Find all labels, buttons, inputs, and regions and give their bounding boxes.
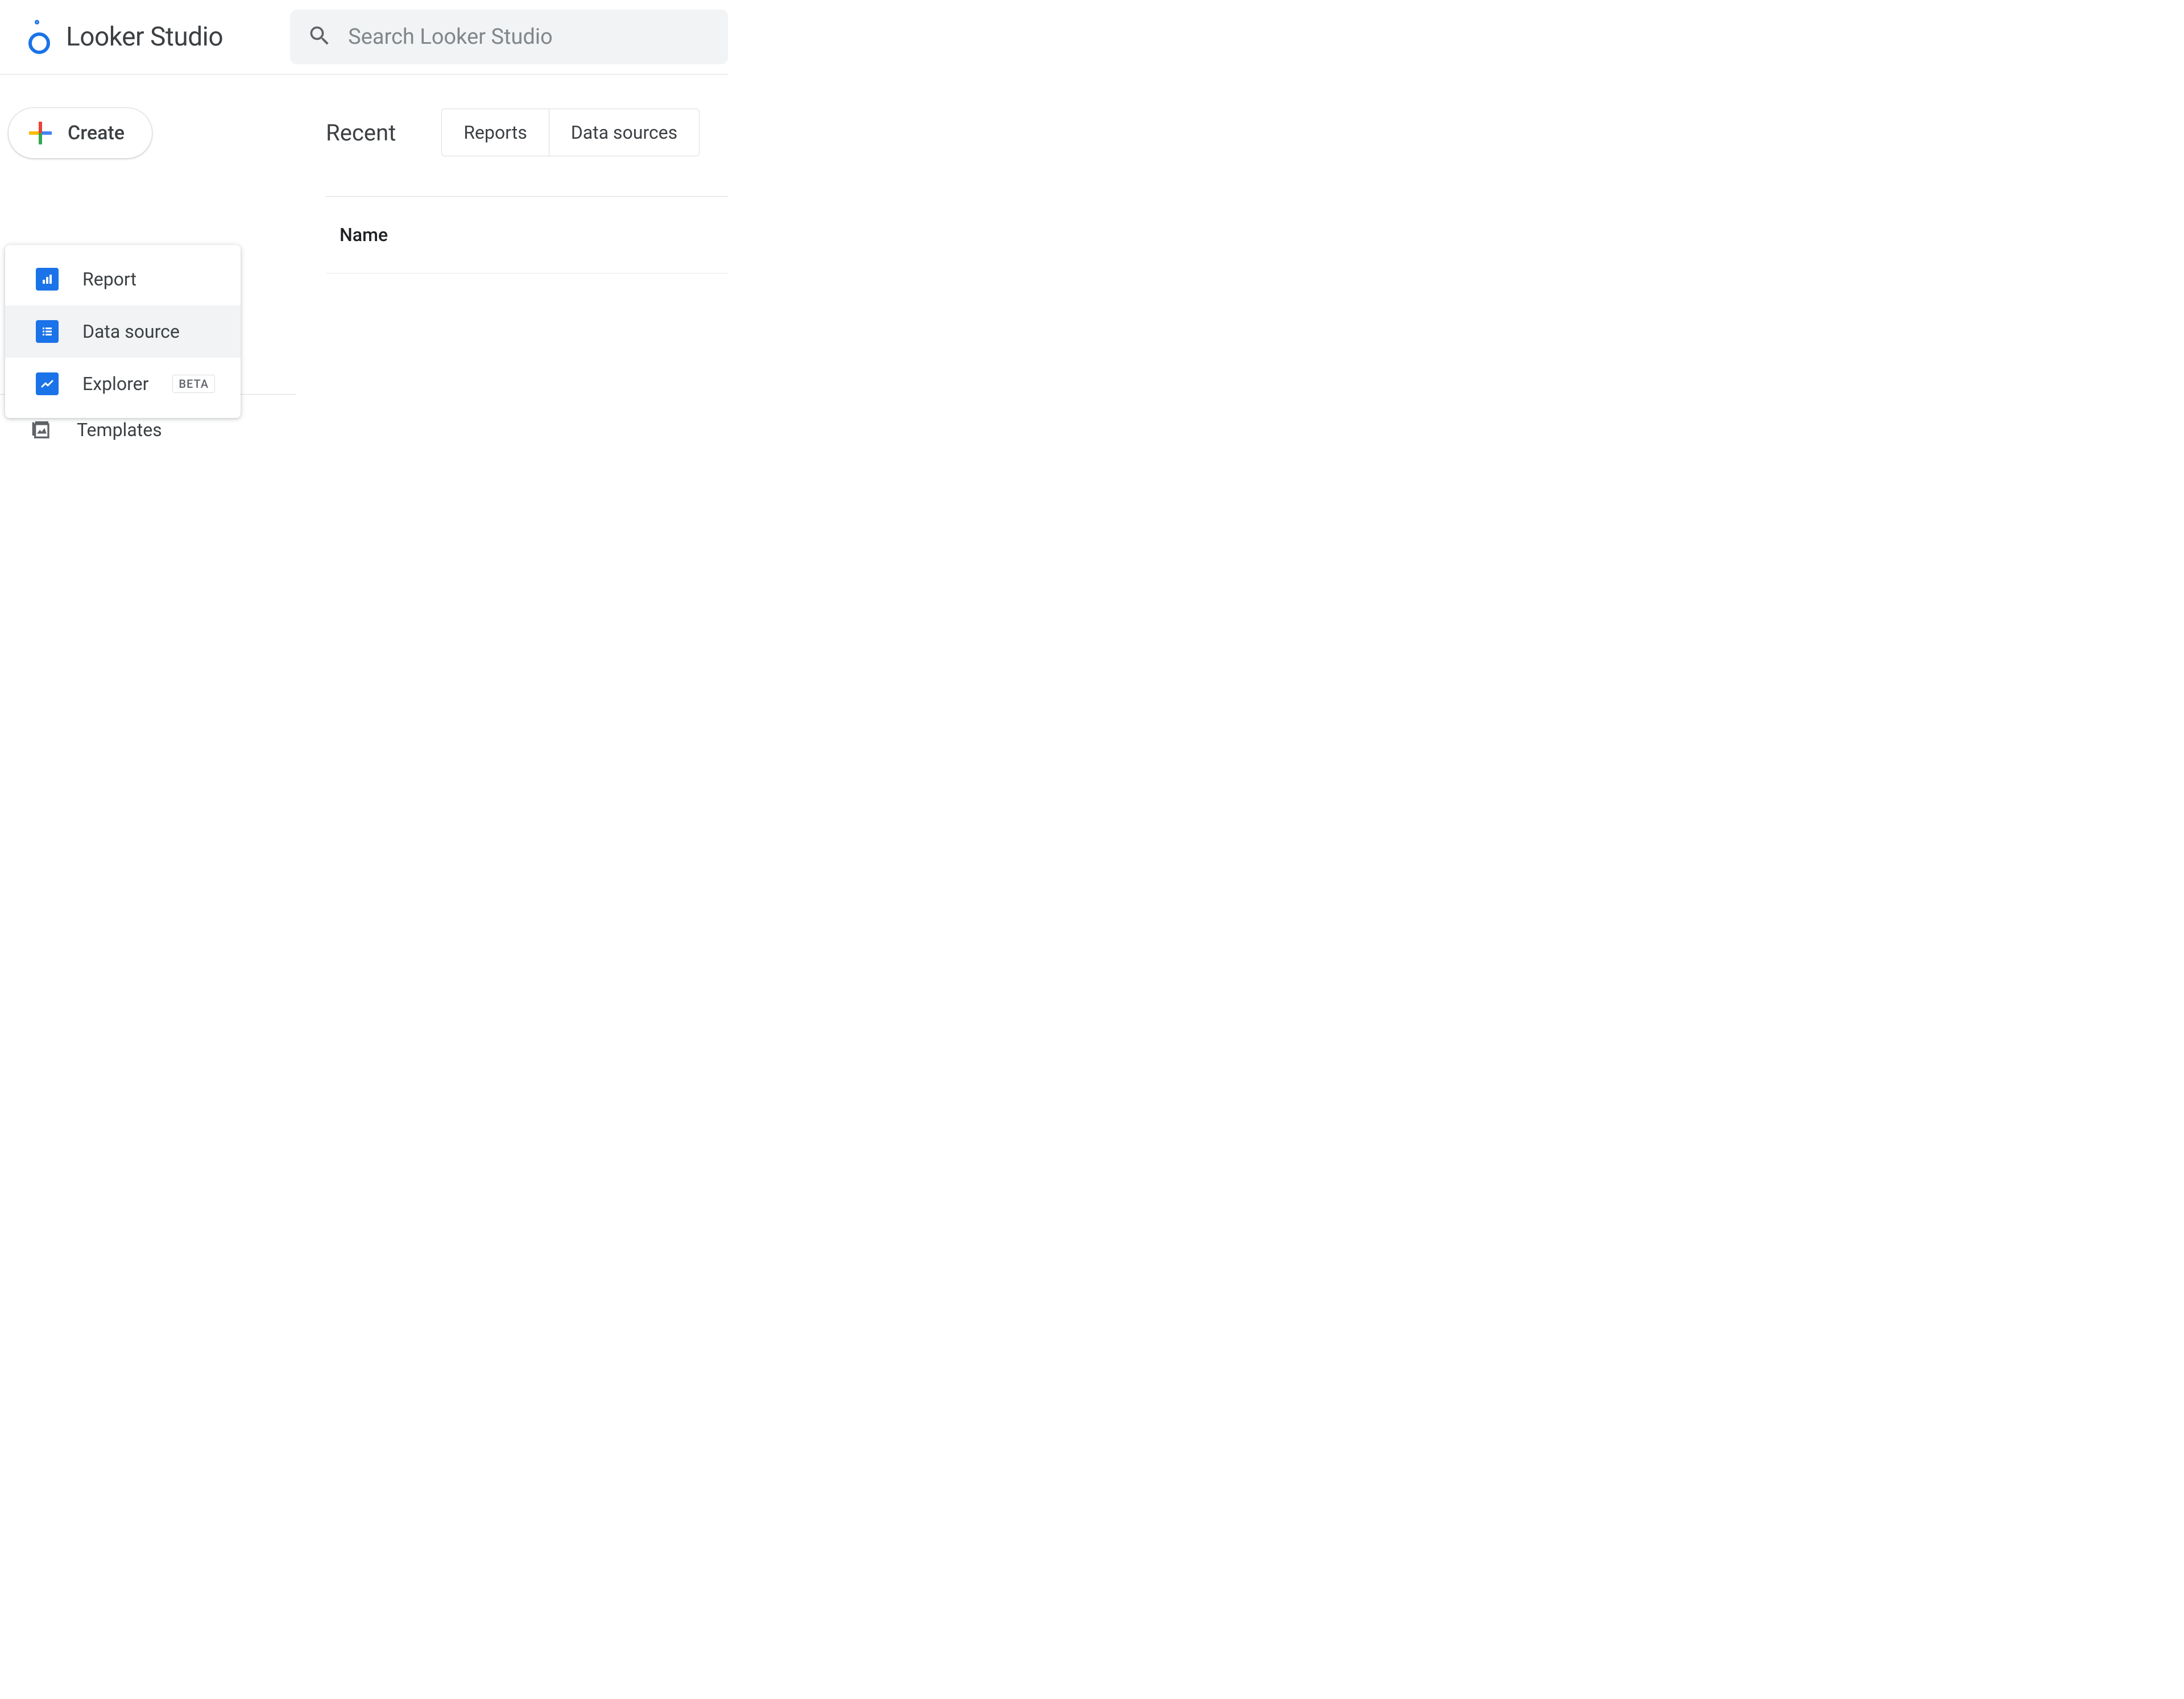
create-label: Create <box>68 122 125 144</box>
search-input[interactable] <box>348 24 711 49</box>
dropdown-label: Explorer <box>82 373 148 395</box>
nav-label: Templates <box>77 419 162 441</box>
table-header: Name <box>326 196 728 274</box>
search-bar[interactable] <box>290 10 728 64</box>
main-layout: Create Recent Shared with me Owned by me… <box>0 74 728 566</box>
content-tabs: Reports Data sources <box>441 109 700 156</box>
plus-icon <box>29 122 52 144</box>
explorer-icon <box>36 372 59 395</box>
report-icon <box>36 268 59 291</box>
beta-badge: BETA <box>172 375 215 393</box>
content-header: Recent Reports Data sources <box>326 109 728 156</box>
tab-reports[interactable]: Reports <box>442 109 549 156</box>
create-dropdown: Report Data source Explorer BETA <box>5 245 241 418</box>
looker-studio-logo-icon <box>28 20 50 54</box>
app-title: Looker Studio <box>66 22 223 52</box>
dropdown-item-explorer[interactable]: Explorer BETA <box>5 358 241 410</box>
tab-data-sources[interactable]: Data sources <box>549 109 699 156</box>
dropdown-item-data-source[interactable]: Data source <box>5 305 241 358</box>
dropdown-item-report[interactable]: Report <box>5 253 241 305</box>
create-button[interactable]: Create <box>8 107 152 159</box>
app-header: Looker Studio <box>0 0 728 74</box>
page-title: Recent <box>326 119 396 146</box>
dropdown-label: Data source <box>82 321 180 342</box>
image-icon <box>31 418 54 441</box>
search-icon <box>307 23 332 51</box>
dropdown-label: Report <box>82 268 136 290</box>
logo-section[interactable]: Looker Studio <box>28 20 223 54</box>
data-source-icon <box>36 320 59 343</box>
column-header-name[interactable]: Name <box>340 224 717 246</box>
sidebar: Create Recent Shared with me Owned by me… <box>0 74 296 566</box>
content-area: Recent Reports Data sources Name <box>296 74 728 566</box>
